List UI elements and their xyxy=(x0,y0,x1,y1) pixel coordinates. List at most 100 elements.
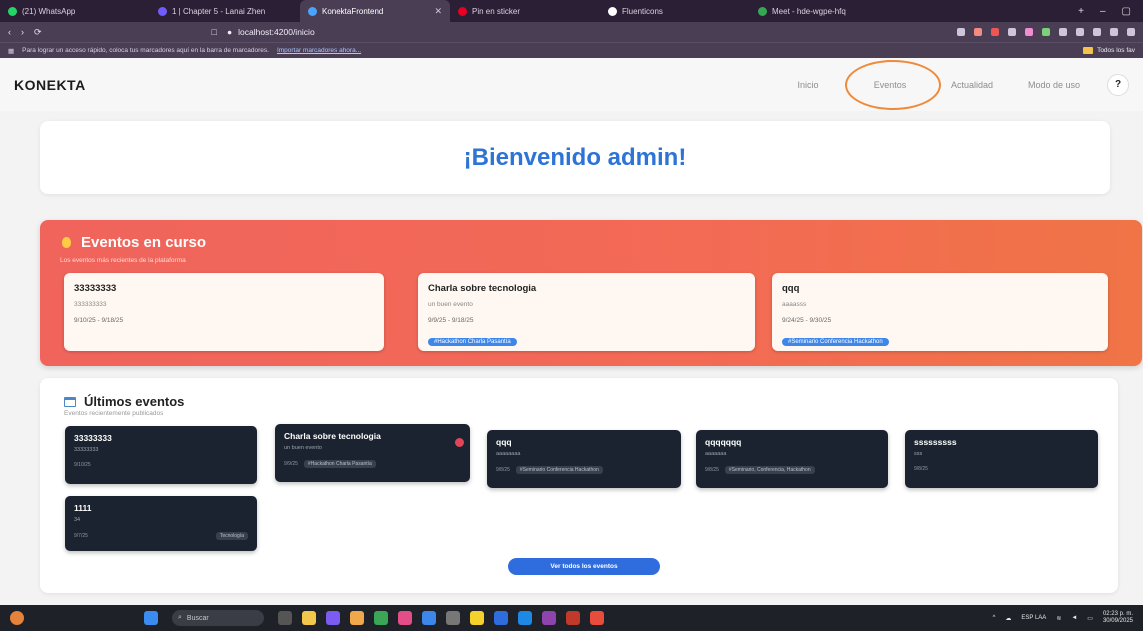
widgets-icon[interactable] xyxy=(10,611,24,625)
event-date: 9/9/25 xyxy=(284,461,298,467)
browser-tab-meet[interactable]: Meet - hde-wgpe-hfq xyxy=(750,0,900,22)
browser-tab-chapter[interactable]: 1 | Chapter 5 - Lanai Zhen xyxy=(150,0,300,22)
extension-icon[interactable] xyxy=(957,28,965,36)
reload-icon[interactable]: ⟳ xyxy=(34,27,42,38)
latest-event-card[interactable]: 1111 34 9/7/25 Tecnología xyxy=(65,496,257,551)
current-event-card[interactable]: Charla sobre tecnologia un buen evento 9… xyxy=(418,273,755,351)
see-all-events-button[interactable]: Ver todos los eventos xyxy=(508,558,660,575)
star-icon[interactable] xyxy=(1127,28,1135,36)
event-title: Charla sobre tecnologia xyxy=(428,283,537,294)
split-view-icon[interactable]: □ xyxy=(212,27,217,37)
event-description: aaaaaaa xyxy=(705,451,727,457)
brand-logo[interactable]: KONEKTA xyxy=(14,77,86,93)
taskbar-search[interactable]: ⌕ Buscar xyxy=(172,610,264,626)
current-event-card[interactable]: qqq aaaasss 9/24/25 - 9/30/25 #Seminario… xyxy=(772,273,1108,351)
fire-icon xyxy=(62,237,71,248)
app-icon[interactable] xyxy=(446,611,460,625)
task-view-icon[interactable] xyxy=(278,611,292,625)
extension-icon[interactable] xyxy=(1110,28,1118,36)
all-bookmarks-folder[interactable]: Todos los fav xyxy=(1083,47,1135,54)
browser-tab-konekta[interactable]: KonektaFrontend ✕ xyxy=(300,0,450,22)
browser-icon[interactable] xyxy=(326,611,340,625)
current-event-card[interactable]: 33333333 333333333 9/10/25 - 9/18/25 xyxy=(64,273,384,351)
event-tag: #Seminario Conferencia Hackathon xyxy=(782,338,889,346)
nav-link-eventos[interactable]: Eventos xyxy=(845,59,941,110)
meet-icon xyxy=(758,6,767,16)
current-events-section: Eventos en curso Los eventos más recient… xyxy=(40,220,1142,366)
event-tag: #Hackathon Charla Pasantía xyxy=(428,338,517,346)
event-tag: #Seminario, Conferencia, Hackathon xyxy=(724,466,815,474)
event-dates: 9/10/25 - 9/18/25 xyxy=(74,317,124,324)
nav-link-inicio[interactable]: Inicio xyxy=(767,80,849,90)
back-icon[interactable]: ‹ xyxy=(8,27,11,37)
maximize-icon[interactable]: ▢ xyxy=(1122,6,1131,17)
battery-icon[interactable]: ▭ xyxy=(1087,615,1093,622)
event-date: 9/8/25 xyxy=(496,467,510,473)
app-icon[interactable] xyxy=(590,611,604,625)
latest-events-heading: Últimos eventos xyxy=(64,394,184,409)
nav-links: Inicio Eventos Actualidad Modo de uso ? xyxy=(767,59,1129,110)
new-tab-icon[interactable]: + xyxy=(1078,6,1084,17)
help-button[interactable]: ? xyxy=(1107,73,1129,96)
event-title: 33333333 xyxy=(74,283,117,294)
event-tag: Tecnología xyxy=(215,532,248,540)
system-tray: ^ ☁ ESP LAA ≋ ◄ ▭ 02:23 p. m. 30/09/2025 xyxy=(993,611,1133,624)
visual-studio-icon[interactable] xyxy=(542,611,556,625)
extension-icon[interactable] xyxy=(974,28,982,36)
clock[interactable]: 02:23 p. m. 30/09/2025 xyxy=(1103,611,1133,624)
url-field[interactable]: ● localhost:4200/inicio xyxy=(227,27,315,37)
app-icon[interactable] xyxy=(398,611,412,625)
event-title: qqq xyxy=(496,437,512,447)
window-controls: + – ▢ xyxy=(1078,6,1143,17)
latest-event-card[interactable]: sssssssss sss 9/8/25 xyxy=(905,430,1098,488)
browser-tab-fluenticons[interactable]: Fluenticons xyxy=(600,0,750,22)
pinterest-icon xyxy=(458,6,467,16)
app-icon[interactable] xyxy=(470,611,484,625)
nav-link-actualidad[interactable]: Actualidad xyxy=(931,80,1013,90)
latest-event-card[interactable]: qqq aaaaaaaa 9/8/25 #Seminario Conferenci… xyxy=(487,430,681,488)
app-icon[interactable] xyxy=(494,611,508,625)
calendar-icon xyxy=(64,396,76,407)
vscode-icon[interactable] xyxy=(518,611,532,625)
file-explorer-icon[interactable] xyxy=(302,611,316,625)
wifi-icon[interactable]: ≋ xyxy=(1056,615,1061,622)
todo-icon[interactable] xyxy=(422,611,436,625)
cloud-icon[interactable]: ☁ xyxy=(1005,615,1011,622)
latest-event-card[interactable]: Charla sobre tecnologia un buen evento 9… xyxy=(275,424,470,482)
browser-tab-pinterest[interactable]: Pin en sticker xyxy=(450,0,600,22)
event-dates: 9/9/25 - 9/18/25 xyxy=(428,317,474,324)
nav-link-modo-de-uso[interactable]: Modo de uso xyxy=(1013,80,1095,90)
chrome-icon[interactable] xyxy=(374,611,388,625)
event-date: 9/8/25 xyxy=(914,466,928,472)
extension-icon[interactable] xyxy=(1042,28,1050,36)
chevron-up-icon[interactable]: ^ xyxy=(993,615,996,621)
extension-icon[interactable] xyxy=(1025,28,1033,36)
download-icon[interactable] xyxy=(1076,28,1084,36)
app-icon[interactable] xyxy=(566,611,580,625)
event-title: qqq xyxy=(782,283,800,294)
favorite-icon[interactable] xyxy=(455,438,464,447)
event-description: 33333333 xyxy=(74,447,99,453)
latest-event-card[interactable]: qqqqqqq aaaaaaa 9/8/25 #Seminario, Confer… xyxy=(696,430,888,488)
latest-event-card[interactable]: 33333333 33333333 9/10/25 xyxy=(65,426,257,484)
folder-icon[interactable] xyxy=(350,611,364,625)
event-date: 9/7/25 xyxy=(74,533,88,539)
extension-icon[interactable] xyxy=(1059,28,1067,36)
extension-icon[interactable] xyxy=(991,28,999,36)
apps-icon[interactable]: ▦ xyxy=(8,47,14,55)
forward-icon[interactable]: › xyxy=(21,27,24,37)
minimize-icon[interactable]: – xyxy=(1100,6,1106,17)
volume-icon[interactable]: ◄ xyxy=(1071,615,1077,621)
windows-taskbar: ⌕ Buscar ^ ☁ ESP LAA ≋ ◄ ▭ 02:23 p. m. 3… xyxy=(0,605,1143,631)
site-info-icon[interactable]: ● xyxy=(227,27,232,37)
close-icon[interactable]: ✕ xyxy=(434,6,442,17)
event-dates: 9/24/25 - 9/30/25 xyxy=(782,317,832,324)
browser-tab-whatsapp[interactable]: (21) WhatsApp xyxy=(0,0,150,22)
extension-icon[interactable] xyxy=(1093,28,1101,36)
event-title: sssssssss xyxy=(914,437,957,447)
extension-icon[interactable] xyxy=(1008,28,1016,36)
start-icon[interactable] xyxy=(144,611,158,625)
event-title: Charla sobre tecnologia xyxy=(284,431,381,441)
language-indicator[interactable]: ESP LAA xyxy=(1021,615,1046,621)
import-bookmarks-link[interactable]: Importar marcadores ahora... xyxy=(277,47,361,54)
